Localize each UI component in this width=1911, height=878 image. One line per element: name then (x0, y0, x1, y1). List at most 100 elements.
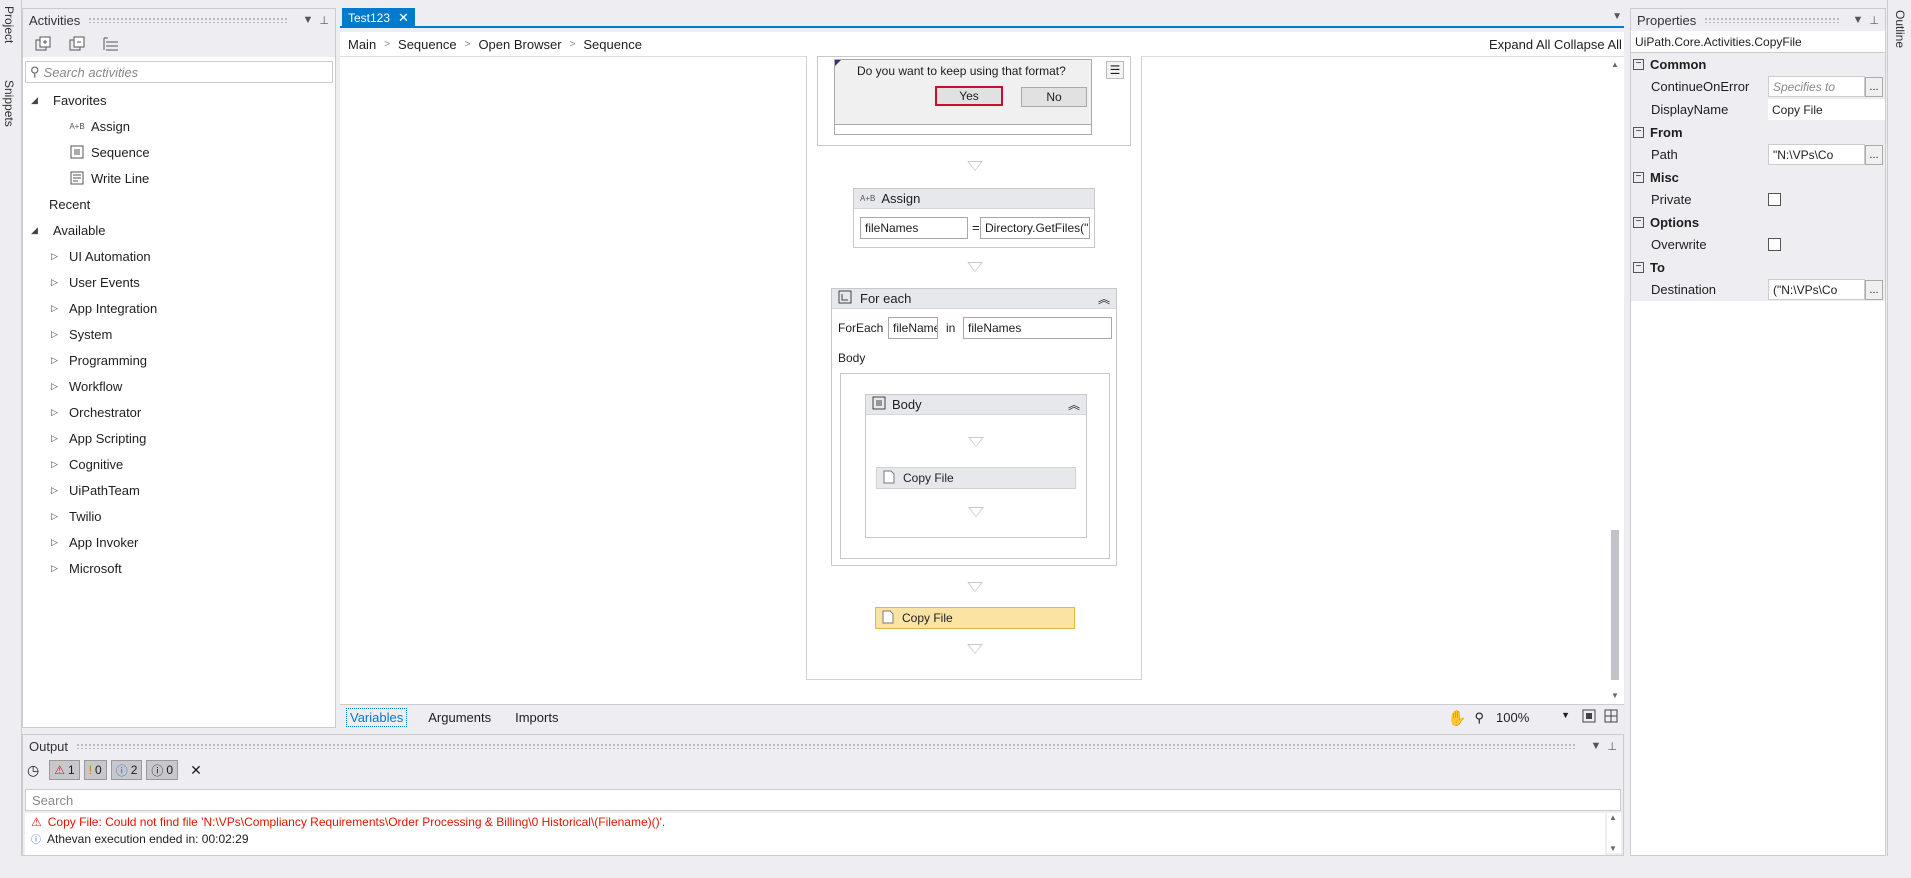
available-item[interactable]: ▷ User Events (23, 269, 335, 295)
collapse-icon[interactable]: − (1633, 216, 1644, 228)
warnings-filter-button[interactable]: ! 0 (83, 760, 107, 780)
scroll-down-icon[interactable]: ▼ (1609, 844, 1617, 853)
drag-handle[interactable] (1704, 17, 1839, 23)
breadcrumb-item[interactable]: Sequence (398, 37, 457, 52)
display-name-input[interactable]: Copy File (1768, 99, 1885, 120)
clear-icon[interactable]: ✕ (190, 762, 202, 779)
breadcrumb-item[interactable]: Open Browser (478, 37, 561, 52)
collapse-all-link[interactable]: Collapse All (1554, 37, 1622, 52)
message-box-activity[interactable]: Do you want to keep using that format? Y… (817, 56, 1131, 146)
collapse-icon[interactable]: − (1633, 58, 1644, 70)
available-item[interactable]: ▷ System (23, 321, 335, 347)
available-item[interactable]: ▷ Workflow (23, 373, 335, 399)
foreach-body-region[interactable]: Body ︽ Copy File (840, 373, 1110, 559)
project-tab[interactable]: Project (2, 6, 16, 43)
dropdown-icon[interactable]: ▼ (303, 14, 314, 26)
collapse-chevron-icon[interactable]: ︽ (1098, 290, 1110, 307)
continue-on-error-ellipsis-button[interactable]: ... (1865, 76, 1883, 97)
clock-icon[interactable]: ◷ (27, 762, 39, 779)
overview-icon[interactable] (1604, 709, 1618, 726)
search-activities-input[interactable]: ⚲ Search activities (25, 61, 333, 83)
zoom-search-icon[interactable]: ⚲ (1474, 710, 1484, 726)
assign-target-field[interactable]: fileNames (860, 217, 968, 239)
expand-all-link[interactable]: Expand All (1489, 37, 1550, 52)
scroll-thumb[interactable] (1611, 530, 1619, 680)
category-from[interactable]: − From (1631, 121, 1885, 143)
drag-handle[interactable] (88, 17, 289, 23)
tree-item-favorites[interactable]: ◢ Favorites (23, 87, 335, 113)
scroll-down-icon[interactable]: ▼ (1610, 691, 1620, 700)
body-sequence[interactable]: Body ︽ Copy File (865, 394, 1087, 538)
category-common[interactable]: − Common (1631, 53, 1885, 75)
imports-tab[interactable]: Imports (512, 709, 561, 726)
variables-tab[interactable]: Variables (346, 708, 408, 727)
available-item[interactable]: ▷ App Scripting (23, 425, 335, 451)
hand-pan-icon[interactable]: ✋ (1448, 709, 1467, 727)
collapse-icon[interactable]: − (1633, 126, 1644, 138)
designer-vertical-scrollbar[interactable]: ▲ ▼ (1608, 60, 1622, 700)
available-item[interactable]: ▷ App Invoker (23, 529, 335, 555)
destination-input[interactable]: ("N:\VPs\Co (1768, 279, 1865, 300)
pin-icon[interactable]: ⊥ (1607, 740, 1617, 753)
outline-tab[interactable]: Outline (1893, 10, 1907, 48)
trace-filter-button[interactable]: ⓘ 0 (146, 760, 179, 780)
available-item[interactable]: ▷ UI Automation (23, 243, 335, 269)
breadcrumb-item[interactable]: Sequence (583, 37, 642, 52)
scroll-up-icon[interactable]: ▲ (1609, 813, 1617, 822)
available-item[interactable]: ▷ Orchestrator (23, 399, 335, 425)
pin-icon[interactable]: ⊥ (1869, 14, 1879, 27)
tree-item-recent[interactable]: Recent (23, 191, 335, 217)
category-to[interactable]: − To (1631, 256, 1885, 278)
path-input[interactable]: "N:\VPs\Co (1768, 144, 1865, 165)
output-search-input[interactable]: Search (25, 789, 1621, 811)
collapse-icon[interactable] (67, 35, 87, 53)
collapse-icon[interactable]: − (1633, 261, 1644, 273)
no-button[interactable]: No (1021, 87, 1087, 107)
log-line-info[interactable]: ⓘ Athevan execution ended in: 00:02:29 (25, 830, 1605, 847)
available-item[interactable]: ▷ App Integration (23, 295, 335, 321)
private-checkbox[interactable] (1768, 193, 1781, 206)
output-scrollbar[interactable]: ▲ ▼ (1607, 813, 1621, 853)
assign-value-field[interactable]: Directory.GetFiles(" (980, 217, 1090, 239)
tree-view-icon[interactable] (101, 35, 121, 53)
snippets-tab[interactable]: Snippets (2, 80, 16, 127)
foreach-item-field[interactable]: fileName (888, 317, 938, 339)
continue-on-error-input[interactable]: Specifies to (1768, 76, 1865, 97)
log-line-error[interactable]: ⚠ Copy File: Could not find file 'N:\VPs… (25, 813, 1605, 830)
inner-copy-file-activity[interactable]: Copy File (876, 467, 1076, 489)
errors-filter-button[interactable]: ⚠ 1 (49, 760, 80, 780)
arguments-tab[interactable]: Arguments (425, 709, 494, 726)
drag-handle[interactable] (76, 743, 1577, 749)
available-item[interactable]: ▷ Twilio (23, 503, 335, 529)
favorite-item-sequence[interactable]: Sequence (23, 139, 335, 165)
foreach-collection-field[interactable]: fileNames (963, 317, 1112, 339)
expand-icon[interactable] (33, 35, 53, 53)
destination-ellipsis-button[interactable]: ... (1865, 279, 1883, 300)
sequence-container[interactable]: Do you want to keep using that format? Y… (806, 56, 1142, 680)
scroll-up-icon[interactable]: ▲ (1610, 60, 1620, 69)
collapse-chevron-icon[interactable]: ︽ (1068, 396, 1080, 413)
category-misc[interactable]: − Misc (1631, 166, 1885, 188)
category-options[interactable]: − Options (1631, 211, 1885, 233)
close-icon[interactable]: ✕ (398, 10, 409, 26)
overwrite-checkbox[interactable] (1768, 238, 1781, 251)
tab-overflow-icon[interactable]: ▼ (1612, 11, 1622, 22)
selected-copy-file-activity[interactable]: Copy File (875, 607, 1075, 629)
tree-item-available[interactable]: ◢ Available (23, 217, 335, 243)
favorite-item-assign[interactable]: A+B Assign (23, 113, 335, 139)
zoom-select[interactable]: 100% ▼ (1496, 710, 1570, 725)
available-item[interactable]: ▷ Cognitive (23, 451, 335, 477)
path-ellipsis-button[interactable]: ... (1865, 144, 1883, 165)
dropdown-icon[interactable]: ▼ (1853, 14, 1864, 26)
tab-test123[interactable]: Test123 ✕ (342, 8, 415, 28)
yes-button[interactable]: Yes (935, 86, 1003, 106)
fit-to-screen-icon[interactable] (1582, 709, 1596, 726)
breadcrumb-item[interactable]: Main (348, 37, 376, 52)
dropdown-icon[interactable]: ▼ (1591, 740, 1602, 752)
foreach-activity[interactable]: For each ︽ ForEach fileName in fileNames… (831, 288, 1117, 566)
available-item[interactable]: ▷ Microsoft (23, 555, 335, 581)
favorite-item-write-line[interactable]: Write Line (23, 165, 335, 191)
available-item[interactable]: ▷ Programming (23, 347, 335, 373)
assign-activity[interactable]: A+B Assign fileNames = Directory.GetFile… (853, 188, 1095, 248)
available-item[interactable]: ▷ UiPathTeam (23, 477, 335, 503)
